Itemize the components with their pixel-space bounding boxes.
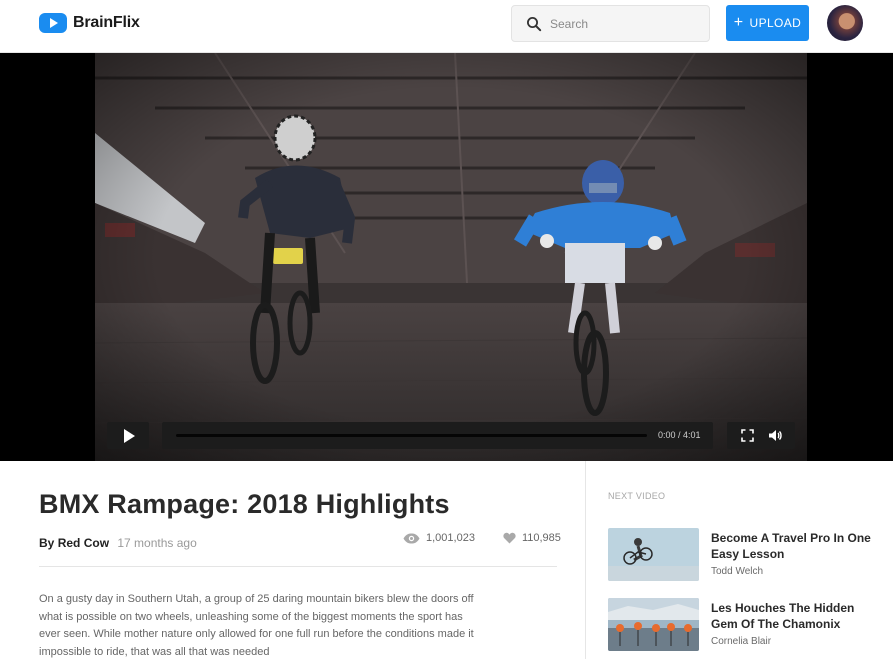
player-controls: 0:00 / 4:01	[107, 422, 795, 449]
video-description: On a gusty day in Southern Utah, a group…	[39, 593, 474, 658]
search-icon	[527, 16, 542, 31]
next-video-thumbnail[interactable]	[608, 598, 699, 651]
player-right-controls	[727, 422, 795, 449]
next-video-thumbnail[interactable]	[608, 528, 699, 581]
likes-stat[interactable]: 110,985	[503, 532, 561, 544]
header: BrainFlix + UPLOAD	[0, 0, 893, 53]
video-title: BMX Rampage: 2018 Highlights	[39, 489, 450, 519]
video-stats: 1,001,023 110,985	[403, 532, 561, 544]
plus-icon: +	[733, 13, 744, 31]
posted-time: 17 months ago	[117, 536, 197, 550]
search-input[interactable]	[550, 16, 700, 31]
scrubber[interactable]: 0:00 / 4:01	[162, 422, 713, 449]
video-details: BMX Rampage: 2018 Highlights By Red Cow …	[0, 461, 586, 659]
next-video-author: Todd Welch	[711, 566, 764, 577]
progress-track[interactable]	[176, 434, 647, 437]
next-video-heading: NEXT VIDEO	[608, 491, 666, 501]
play-button[interactable]	[107, 422, 149, 449]
brand-name: BrainFlix	[73, 14, 140, 31]
video-frame[interactable]	[95, 53, 807, 461]
next-video-item[interactable]: Les Houches The Hidden Gem Of The Chamon…	[608, 598, 883, 652]
heart-icon	[503, 532, 516, 544]
next-video-author: Cornelia Blair	[711, 636, 772, 647]
divider	[39, 566, 557, 567]
eye-icon	[403, 533, 420, 543]
likes-count: 110,985	[521, 532, 561, 544]
avatar[interactable]	[827, 5, 863, 41]
next-videos-sidebar: NEXT VIDEO Become A Travel Pro In One Ea…	[586, 461, 893, 659]
play-icon	[124, 428, 135, 443]
upload-button[interactable]: + UPLOAD	[726, 5, 809, 41]
views-stat: 1,001,023	[403, 532, 475, 544]
brand-logo[interactable]: BrainFlix	[39, 13, 140, 33]
next-video-item[interactable]: Become A Travel Pro In One Easy Lesson T…	[608, 528, 883, 582]
video-player: 0:00 / 4:01	[0, 53, 893, 461]
volume-icon[interactable]	[768, 429, 782, 443]
video-still	[95, 53, 807, 461]
upload-button-label: UPLOAD	[749, 16, 802, 30]
byline: By Red Cow 17 months ago	[39, 536, 197, 550]
next-video-title[interactable]: Become A Travel Pro In One Easy Lesson	[711, 531, 871, 562]
fullscreen-icon[interactable]	[740, 429, 754, 443]
by-prefix: By	[39, 536, 55, 550]
channel-link[interactable]: Red Cow	[58, 536, 109, 550]
time-readout: 0:00 / 4:01	[658, 430, 701, 440]
views-count: 1,001,023	[426, 532, 475, 544]
next-video-title[interactable]: Les Houches The Hidden Gem Of The Chamon…	[711, 601, 871, 632]
logo-play-icon	[39, 13, 67, 33]
search-box[interactable]	[511, 5, 710, 42]
